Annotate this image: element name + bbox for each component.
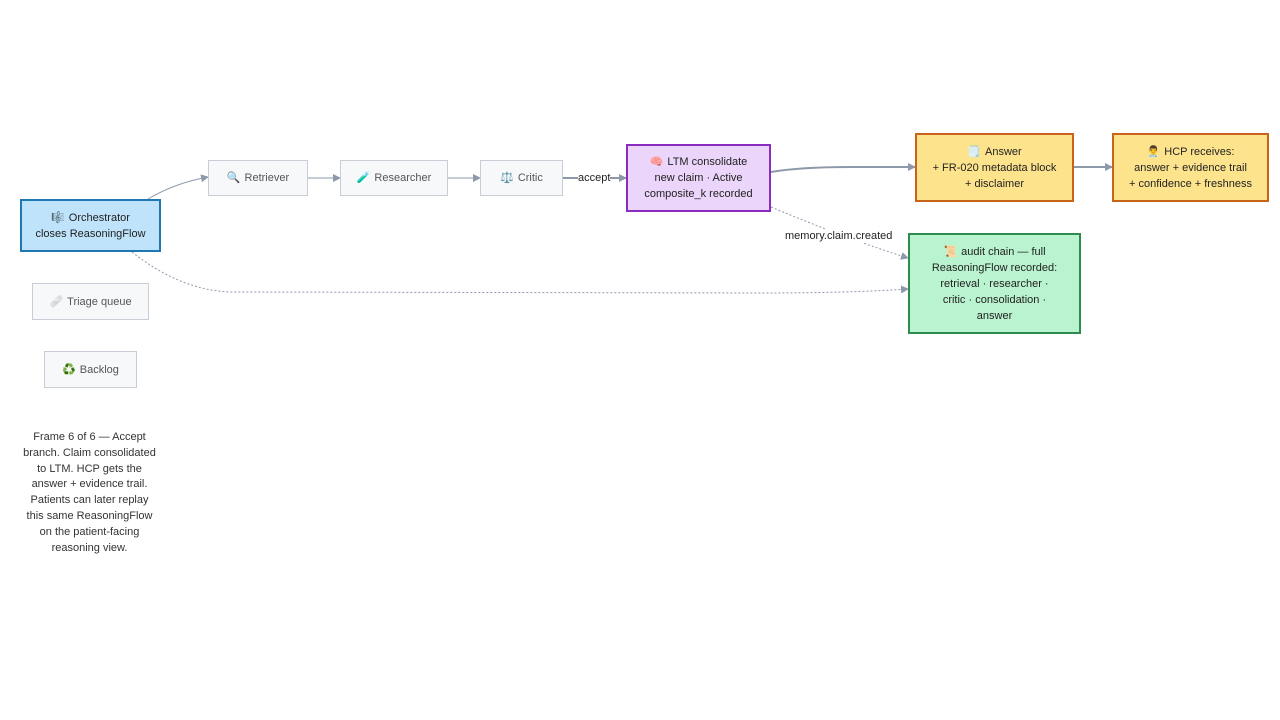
edge-ltm-answer — [770, 163, 916, 173]
hcp-line-3: + confidence + freshness — [1129, 177, 1252, 190]
retriever-label: Retriever — [244, 172, 290, 184]
edge-orchestrator-audit — [131, 251, 909, 294]
answer-line-3: + disclaimer — [965, 177, 1024, 190]
reasoning-flow-diagram: accept memory.claim.created 🎼 Orchestrato… — [0, 0, 1280, 720]
test-tube-icon: 🧪 — [356, 172, 371, 184]
triage-queue-node[interactable]: 🩹 Triage queue — [32, 283, 149, 320]
backlog-node[interactable]: ♻️ Backlog — [44, 351, 137, 388]
audit-chain-node[interactable]: 📜 audit chain — full ReasoningFlow record… — [908, 233, 1081, 334]
brain-icon: 🧠 — [649, 156, 664, 168]
edges-layer — [131, 163, 1113, 294]
audit-title: audit chain — full — [961, 245, 1046, 258]
conductor-icon: 🎼 — [51, 211, 65, 224]
notepad-icon: 🗒️ — [967, 145, 981, 158]
scales-icon: ⚖️ — [500, 172, 514, 184]
ltm-consolidate-node[interactable]: 🧠 LTM consolidate new claim · Active comp… — [626, 144, 771, 212]
edge-label-memory-claim-created: memory.claim.created — [785, 229, 893, 243]
recycle-icon: ♻️ — [62, 363, 76, 376]
answer-node[interactable]: 🗒️ Answer + FR-020 metadata block + discl… — [915, 133, 1074, 202]
critic-label: Critic — [517, 172, 543, 184]
researcher-node[interactable]: 🧪 Researcher — [340, 160, 448, 196]
hcp-title: HCP receives: — [1164, 145, 1235, 158]
answer-line-2: + FR-020 metadata block — [932, 161, 1057, 174]
critic-node[interactable]: ⚖️ Critic — [480, 160, 563, 196]
audit-line-4: critic · consolidation · — [942, 293, 1047, 306]
ltm-line-2: new claim · Active — [654, 172, 743, 184]
triage-queue-label: Triage queue — [67, 295, 132, 308]
retriever-node[interactable]: 🔍 Retriever — [208, 160, 308, 196]
ltm-title: LTM consolidate — [667, 156, 748, 168]
orchestrator-title: Orchestrator — [68, 211, 130, 224]
ltm-line-3: composite_k recorded — [644, 188, 753, 200]
health-worker-icon: 👨‍⚕️ — [1146, 145, 1161, 158]
hcp-receives-node[interactable]: 👨‍⚕️ HCP receives: answer + evidence trai… — [1112, 133, 1269, 202]
researcher-label: Researcher — [374, 172, 432, 184]
audit-line-2: ReasoningFlow recorded: — [931, 261, 1058, 274]
magnifier-icon: 🔍 — [226, 172, 241, 184]
frame-caption: Frame 6 of 6 — Accept branch. Claim cons… — [23, 431, 156, 554]
backlog-label: Backlog — [79, 363, 119, 376]
hcp-line-2: answer + evidence trail — [1134, 161, 1247, 174]
orchestrator-subtitle: closes ReasoningFlow — [35, 227, 146, 240]
edge-orchestrator-retriever — [147, 174, 209, 200]
orchestrator-node[interactable]: 🎼 Orchestrator closes ReasoningFlow — [20, 199, 161, 252]
edge-label-accept: accept — [578, 171, 611, 185]
answer-title: Answer — [985, 145, 1022, 158]
audit-line-3: retrieval · researcher · — [940, 277, 1049, 290]
bandage-icon: 🩹 — [49, 295, 64, 308]
scroll-icon: 📜 — [943, 245, 958, 258]
audit-line-5: answer — [976, 309, 1013, 322]
